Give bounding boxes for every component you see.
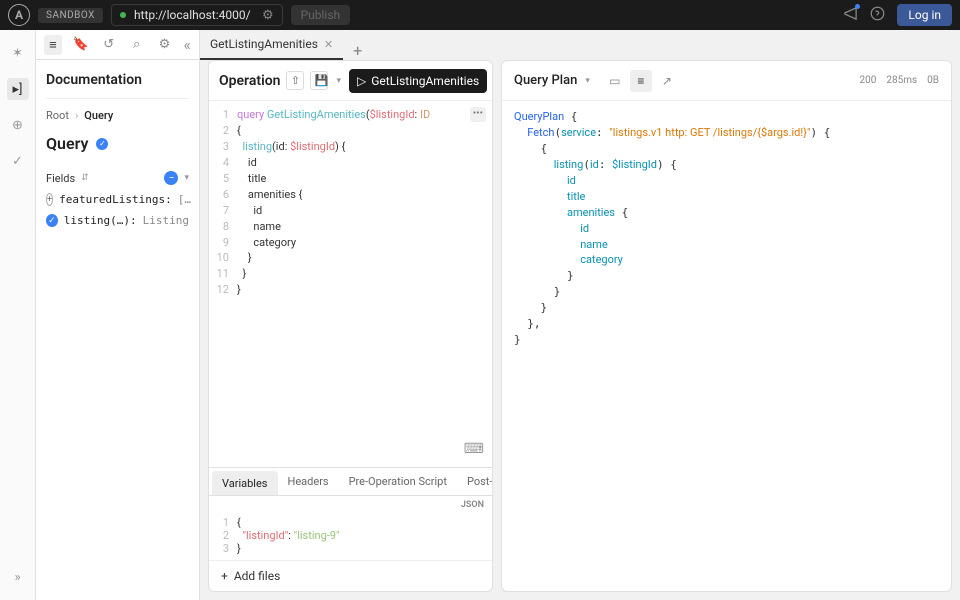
status-dot-icon [120, 12, 126, 18]
app-logo[interactable]: A [8, 4, 30, 26]
help-icon[interactable] [870, 6, 885, 25]
history-icon[interactable]: ↺ [100, 35, 118, 55]
chevron-down-icon[interactable]: ▾ [334, 76, 343, 86]
login-button[interactable]: Log in [897, 4, 952, 26]
type-name: Query [46, 134, 88, 153]
search-icon[interactable]: ⌕ [128, 35, 146, 55]
response-time: 285ms [886, 75, 917, 86]
run-button[interactable]: ▷ GetListingAmenities [349, 69, 487, 93]
operation-tab[interactable]: GetListingAmenities ✕ [200, 30, 343, 60]
checks-icon[interactable]: ✓ [7, 150, 29, 172]
variables-editor[interactable]: 123 { "listingId": "listing-9" } [209, 510, 492, 560]
connectors-icon[interactable]: ✶ [7, 42, 29, 64]
verified-icon: ✓ [96, 138, 108, 150]
chevron-down-icon[interactable]: ▾ [184, 173, 189, 183]
tab-pre-script[interactable]: Pre-Operation Script [339, 468, 457, 495]
documentation-panel: ≡ 🔖 ↺ ⌕ ⚙ « Documentation Root › Query Q… [36, 30, 200, 600]
status-code: 200 [859, 75, 876, 86]
operation-header: Operation [219, 73, 280, 89]
tab-post-script[interactable]: Post-Operat [457, 468, 492, 495]
topbar: A SANDBOX ⚙ Publish Log in [0, 0, 960, 30]
share-icon[interactable]: ⇧ [286, 71, 304, 90]
add-icon[interactable]: ⊕ [7, 114, 29, 136]
tab-bar: GetListingAmenities ✕ + [200, 30, 952, 60]
add-field-icon[interactable]: + [46, 193, 53, 206]
response-header[interactable]: Query Plan [514, 73, 577, 88]
collapse-icon[interactable]: « [183, 35, 191, 54]
bookmark-icon[interactable]: 🔖 [72, 35, 90, 55]
field-featured-listings[interactable]: + featuredListings: [… [46, 193, 189, 206]
view-rect-icon[interactable]: ▭ [604, 70, 626, 92]
plus-icon: + [221, 569, 228, 583]
activity-rail: ✶ ▸] ⊕ ✓ » [0, 30, 36, 600]
more-icon[interactable]: ••• [470, 107, 486, 122]
response-size: 0B [927, 75, 939, 86]
save-icon[interactable]: 💾 [310, 71, 328, 90]
remove-all-icon[interactable]: − [164, 171, 178, 185]
settings-icon[interactable]: ⚙ [156, 35, 174, 55]
field-listing[interactable]: ✓ listing(…): Listing [46, 214, 189, 227]
sort-icon[interactable]: ⇵ [81, 173, 89, 183]
add-files-button[interactable]: + Add files [209, 560, 492, 591]
breadcrumb-current: Query [84, 109, 113, 122]
url-input[interactable] [134, 8, 254, 22]
gear-icon[interactable]: ⚙ [262, 8, 274, 23]
response-body[interactable]: QueryPlan { Fetch(service: "listings.v1 … [502, 101, 951, 591]
url-input-wrap: ⚙ [111, 4, 283, 26]
chevron-right-icon: › [75, 109, 78, 122]
tab-variables[interactable]: Variables [212, 471, 278, 495]
sandbox-badge: SANDBOX [38, 8, 103, 23]
chevron-down-icon[interactable]: ▾ [585, 76, 590, 86]
publish-button[interactable]: Publish [291, 5, 351, 25]
keyboard-icon[interactable]: ⌨ [464, 439, 484, 459]
add-tab-button[interactable]: + [343, 41, 372, 60]
docs-icon[interactable]: ≡ [44, 35, 62, 55]
expand-icon[interactable]: » [7, 566, 29, 588]
operation-editor[interactable]: 123456789101112 query GetListingAmenitie… [209, 101, 492, 467]
megaphone-icon[interactable] [843, 6, 858, 25]
external-icon[interactable]: ↗ [656, 70, 678, 92]
json-badge: JSON [453, 496, 492, 510]
explorer-icon[interactable]: ▸] [7, 78, 29, 100]
tab-headers[interactable]: Headers [278, 468, 339, 495]
breadcrumb-root[interactable]: Root [46, 109, 69, 122]
play-icon: ▷ [357, 74, 366, 88]
selected-field-icon[interactable]: ✓ [46, 214, 58, 227]
fields-label: Fields [46, 172, 75, 185]
breadcrumb: Root › Query [46, 109, 189, 122]
view-list-icon[interactable]: ≡ [630, 70, 652, 92]
close-icon[interactable]: ✕ [324, 38, 333, 51]
notification-dot-icon [855, 4, 860, 9]
docs-title: Documentation [46, 72, 189, 99]
